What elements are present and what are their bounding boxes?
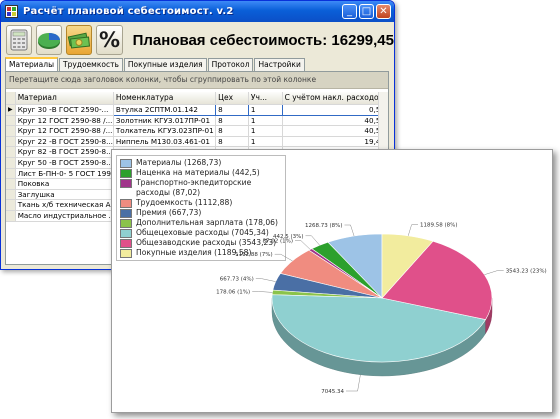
cell-nomenclature[interactable]: Толкатель КГУЗ.023ПР-01 [113, 125, 217, 137]
table-row[interactable]: ▶ Круг 30 -В ГОСТ 2590-... Втулка 2СПТМ.… [6, 104, 389, 116]
cell-workshop[interactable]: 8 [215, 104, 249, 116]
table-row[interactable]: Круг 12 ГОСТ 2590-88 /... Толкатель КГУЗ… [6, 125, 389, 137]
cell-material[interactable]: Круг 30 -В ГОСТ 2590-... [15, 104, 114, 116]
cell-material[interactable]: Круг 22 -В ГОСТ 2590-8... [15, 136, 114, 148]
cell-overhead[interactable]: 0,57 [281, 104, 389, 116]
cell-material[interactable]: Круг 12 ГОСТ 2590-88 /... [15, 115, 114, 127]
cell-overhead[interactable]: 40,57 [282, 115, 389, 127]
cell-section[interactable]: 1 [247, 104, 283, 116]
calculator-icon [10, 29, 28, 51]
window-title: Расчёт плановой себестоимост. v.2 [23, 6, 234, 17]
maximize-button[interactable]: □ [359, 4, 374, 19]
leader-line [305, 235, 320, 246]
row-pointer-icon: ▶ [6, 104, 16, 116]
tab-materials[interactable]: Материалы [5, 57, 58, 72]
data-label: 1189.58 (8%) [420, 223, 458, 229]
column-header-overhead[interactable]: С учётом накл. расходов [282, 92, 389, 105]
cell-nomenclature[interactable]: Ниппель М130.03.461-01 [113, 136, 217, 148]
minimize-icon: _ [347, 5, 352, 17]
data-label: 87.02 (1%) [262, 239, 293, 245]
group-by-area[interactable]: Перетащите сюда заголовок колонки, чтобы… [6, 72, 388, 89]
chart-window: Материалы (1268,73) Наценка на материалы … [111, 149, 553, 413]
table-header: Материал Номенклатура Цех Уч... С учётом… [6, 92, 389, 105]
cell-material[interactable]: Круг 82 -В ГОСТ 2590-8... [15, 146, 114, 158]
data-label: 667.73 (4%) [220, 277, 254, 283]
cell-material[interactable]: Заглушка [15, 189, 114, 201]
money-button[interactable] [66, 25, 93, 55]
leader-line [407, 224, 418, 236]
data-label: 178.06 (1%) [216, 289, 250, 295]
calculator-button[interactable] [6, 25, 33, 55]
cell-nomenclature[interactable]: Золотник КГУЗ.017ПР-01 [113, 115, 217, 127]
cell-section[interactable]: 1 [248, 136, 283, 148]
tab-purchased[interactable]: Покупные изделия [123, 58, 207, 71]
cell-overhead[interactable]: 40,57 [282, 125, 389, 137]
column-header-section[interactable]: Уч... [248, 92, 283, 105]
data-label: 7045.34 [321, 389, 344, 395]
toolbar: % Плановая себестоимость: 16299,45 [1, 22, 394, 58]
cell-material[interactable]: Поковка [15, 178, 114, 190]
minimize-button[interactable]: _ [342, 4, 357, 19]
leader-line [344, 224, 355, 237]
column-header-material[interactable]: Материал [15, 92, 114, 105]
tab-labor[interactable]: Трудоемкость [59, 58, 123, 71]
percent-button[interactable]: % [96, 25, 123, 55]
cell-workshop[interactable]: 8 [215, 136, 249, 148]
money-icon [68, 32, 91, 49]
title-bar[interactable]: Расчёт плановой себестоимост. v.2 _ □ ✕ [1, 1, 394, 22]
cell-nomenclature[interactable]: Втулка 2СПТМ.01.142 [112, 104, 217, 116]
app-icon [5, 5, 18, 18]
close-icon: ✕ [379, 5, 388, 17]
cell-material[interactable]: Ткань х/б техническая А... [15, 199, 114, 211]
maximize-icon: □ [361, 5, 372, 17]
cell-overhead[interactable]: 19,43 [282, 136, 389, 148]
leader-line [255, 278, 276, 282]
cell-workshop[interactable]: 8 [215, 125, 249, 137]
cell-section[interactable]: 1 [248, 115, 283, 127]
tab-strip: Материалы Трудоемкость Покупные изделия … [5, 57, 306, 72]
data-label: 1268.73 (8%) [305, 223, 343, 229]
cell-material[interactable]: Круг 50 -В ГОСТ 2590-8... [15, 157, 114, 169]
tab-protocol[interactable]: Протокол [207, 58, 254, 71]
cell-material[interactable]: Круг 12 ГОСТ 2590-88 /... [15, 125, 114, 137]
pie-chart-icon [38, 33, 61, 49]
data-label: 1112.88 (7%) [235, 252, 273, 258]
leader-line [274, 253, 293, 262]
column-header-workshop[interactable]: Цех [215, 92, 249, 105]
table-row[interactable]: Круг 22 -В ГОСТ 2590-8... Ниппель М130.0… [6, 136, 389, 148]
pie-chart-button[interactable] [36, 25, 63, 55]
leader-line [346, 374, 361, 392]
leader-line [295, 240, 311, 250]
leader-line [484, 270, 504, 275]
close-button[interactable]: ✕ [376, 4, 391, 19]
cell-workshop[interactable]: 8 [215, 115, 249, 127]
column-header-nomenclature[interactable]: Номенклатура [113, 92, 217, 105]
cell-material[interactable]: Масло индустриальное ... [15, 210, 114, 222]
tab-settings[interactable]: Настройки [254, 58, 305, 71]
percent-icon: % [98, 28, 121, 52]
leader-line [252, 291, 273, 293]
pie-chart: 1268.73 (8%)442.5 (3%)87.02 (1%)1112.88 … [216, 223, 547, 395]
table-row[interactable]: Круг 12 ГОСТ 2590-88 /... Золотник КГУЗ.… [6, 115, 389, 127]
cell-material[interactable]: Лист Б-ПН-0- 5 ГОСТ 199... [15, 168, 114, 180]
data-label: 3543.23 (23%) [506, 269, 547, 275]
cell-section[interactable]: 1 [248, 125, 283, 137]
cost-title: Плановая себестоимость: 16299,45 [132, 31, 394, 49]
row-header-corner [6, 92, 16, 105]
